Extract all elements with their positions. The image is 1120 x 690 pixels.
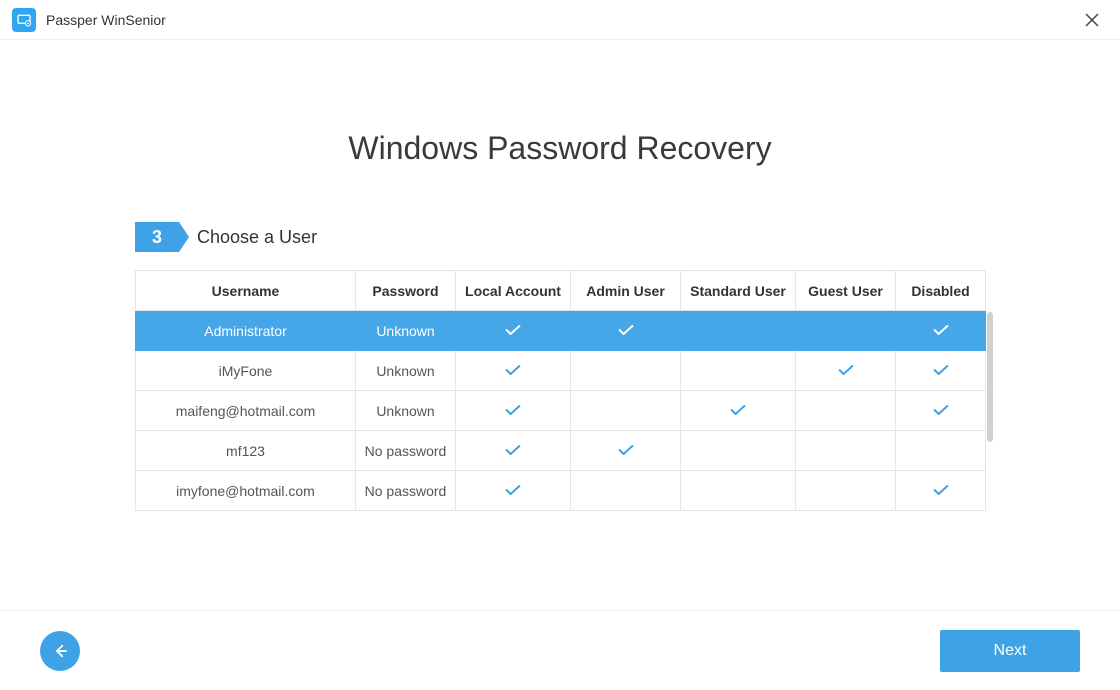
table-row[interactable]: iMyFoneUnknown: [136, 351, 986, 391]
col-header-admin: Admin User: [571, 271, 681, 311]
check-icon: [933, 483, 949, 499]
cell-guest: [796, 471, 896, 511]
cell-local: [456, 351, 571, 391]
check-icon: [505, 323, 521, 339]
cell-admin: [571, 431, 681, 471]
cell-standard: [681, 351, 796, 391]
check-icon: [505, 363, 521, 379]
close-icon: [1085, 13, 1099, 27]
back-button[interactable]: [40, 631, 80, 671]
cell-guest: [796, 431, 896, 471]
cell-password: Unknown: [356, 351, 456, 391]
cell-disabled: [896, 471, 986, 511]
check-icon: [618, 443, 634, 459]
check-icon: [618, 323, 634, 339]
main-content: Windows Password Recovery 3 Choose a Use…: [0, 40, 1120, 610]
col-header-username: Username: [136, 271, 356, 311]
cell-username: iMyFone: [136, 351, 356, 391]
cell-local: [456, 431, 571, 471]
step-number-badge: 3: [135, 222, 179, 252]
check-icon: [933, 403, 949, 419]
table-row[interactable]: mf123No password: [136, 431, 986, 471]
cell-password: No password: [356, 431, 456, 471]
check-icon: [933, 363, 949, 379]
table-row[interactable]: AdministratorUnknown: [136, 311, 986, 351]
step-indicator: 3 Choose a User: [135, 222, 985, 252]
col-header-local: Local Account: [456, 271, 571, 311]
check-icon: [505, 403, 521, 419]
cell-standard: [681, 431, 796, 471]
cell-local: [456, 311, 571, 351]
cell-password: No password: [356, 471, 456, 511]
cell-admin: [571, 391, 681, 431]
step-label: Choose a User: [197, 227, 317, 248]
cell-guest: [796, 391, 896, 431]
cell-password: Unknown: [356, 311, 456, 351]
cell-disabled: [896, 311, 986, 351]
cell-guest: [796, 351, 896, 391]
cell-admin: [571, 471, 681, 511]
scrollbar[interactable]: [987, 312, 993, 511]
check-icon: [505, 443, 521, 459]
cell-username: maifeng@hotmail.com: [136, 391, 356, 431]
col-header-standard: Standard User: [681, 271, 796, 311]
col-header-password: Password: [356, 271, 456, 311]
col-header-disabled: Disabled: [896, 271, 986, 311]
cell-local: [456, 471, 571, 511]
table-header-row: Username Password Local Account Admin Us…: [136, 271, 986, 311]
table-row[interactable]: maifeng@hotmail.comUnknown: [136, 391, 986, 431]
app-title: Passper WinSenior: [46, 12, 166, 28]
cell-standard: [681, 471, 796, 511]
cell-disabled: [896, 431, 986, 471]
check-icon: [730, 403, 746, 419]
check-icon: [933, 323, 949, 339]
users-table: Username Password Local Account Admin Us…: [135, 270, 986, 511]
table-row[interactable]: imyfone@hotmail.comNo password: [136, 471, 986, 511]
close-button[interactable]: [1076, 4, 1108, 36]
cell-admin: [571, 351, 681, 391]
footer: Next: [0, 610, 1120, 690]
cell-standard: [681, 391, 796, 431]
cell-password: Unknown: [356, 391, 456, 431]
cell-disabled: [896, 391, 986, 431]
titlebar: Passper WinSenior: [0, 0, 1120, 40]
cell-username: mf123: [136, 431, 356, 471]
next-button[interactable]: Next: [940, 630, 1080, 672]
page-title: Windows Password Recovery: [348, 130, 771, 167]
cell-standard: [681, 311, 796, 351]
app-logo-icon: [12, 8, 36, 32]
check-icon: [838, 363, 854, 379]
check-icon: [505, 483, 521, 499]
cell-username: Administrator: [136, 311, 356, 351]
users-table-container: Username Password Local Account Admin Us…: [135, 270, 985, 511]
cell-admin: [571, 311, 681, 351]
cell-guest: [796, 311, 896, 351]
scrollbar-thumb[interactable]: [987, 312, 993, 442]
cell-disabled: [896, 351, 986, 391]
cell-username: imyfone@hotmail.com: [136, 471, 356, 511]
arrow-left-icon: [51, 642, 69, 660]
col-header-guest: Guest User: [796, 271, 896, 311]
cell-local: [456, 391, 571, 431]
next-button-label: Next: [994, 642, 1027, 660]
